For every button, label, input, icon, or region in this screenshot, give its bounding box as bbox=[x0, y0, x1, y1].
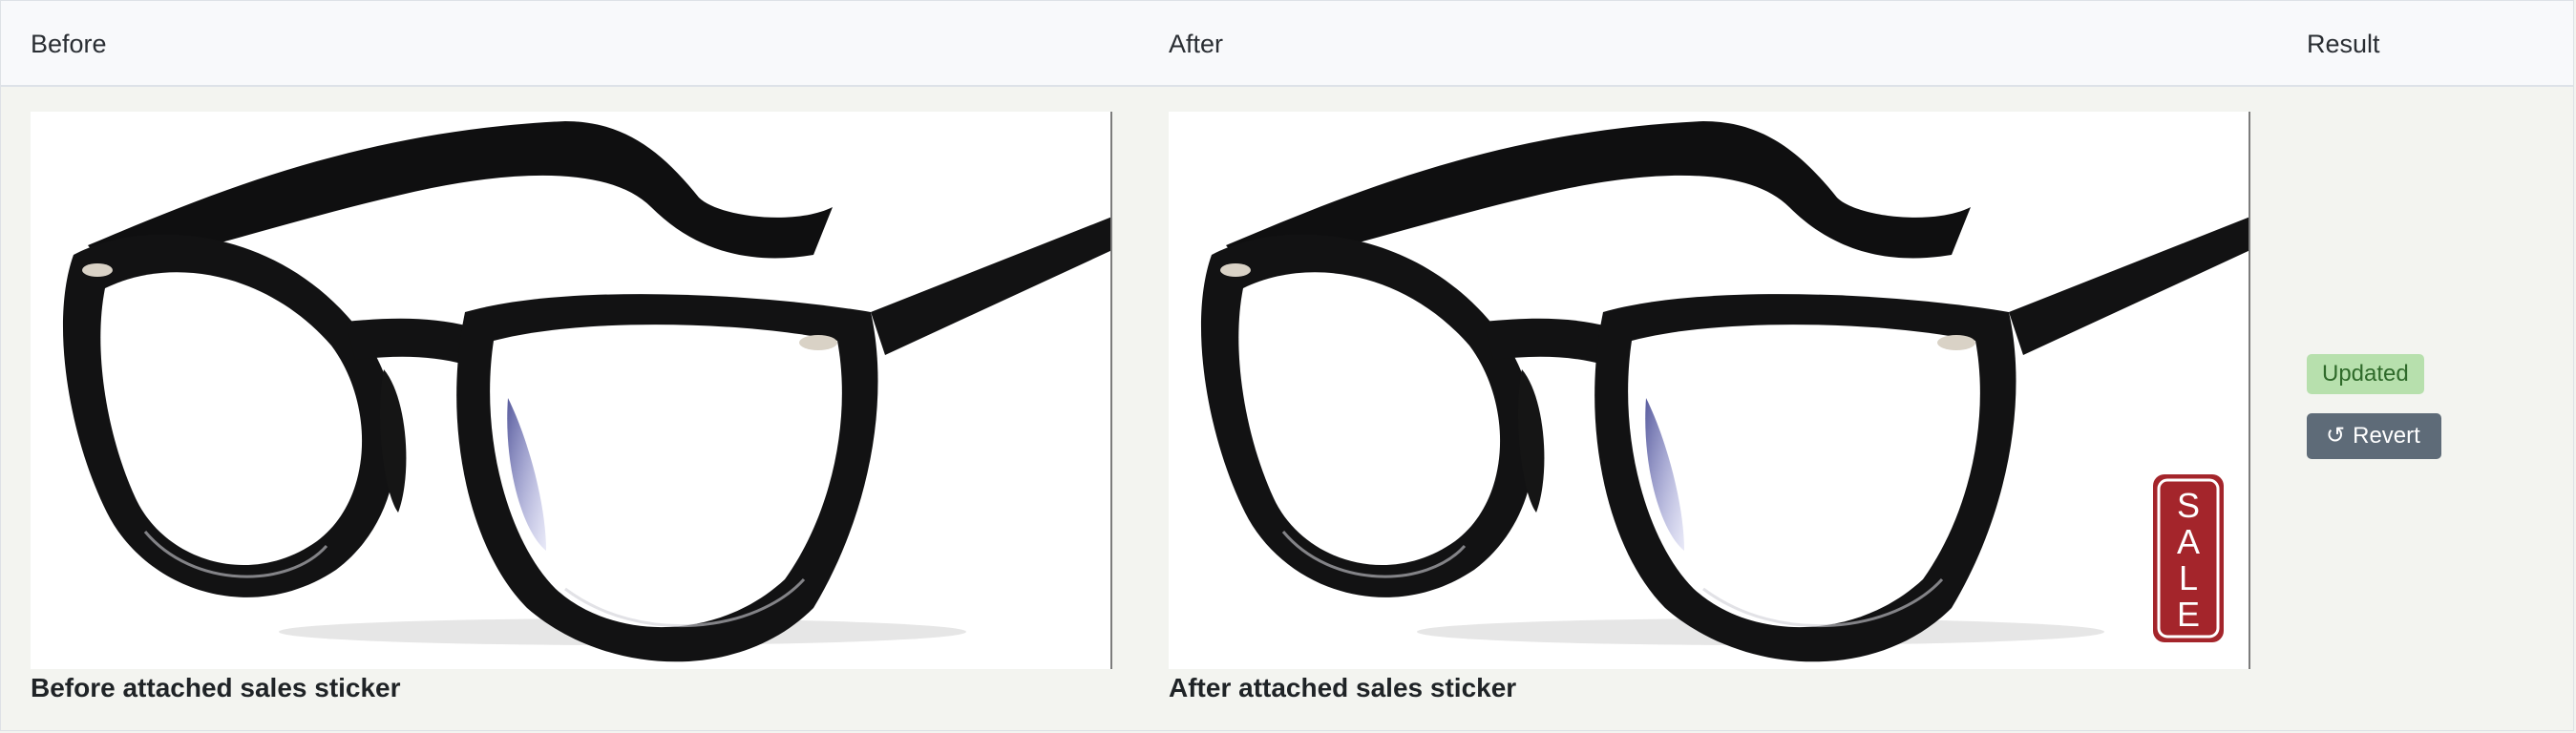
before-image bbox=[31, 112, 1112, 669]
glasses-illustration bbox=[62, 121, 1110, 662]
sticker-letter: E bbox=[2177, 595, 2200, 634]
sticker-letter: S bbox=[2177, 486, 2200, 525]
revert-button-label: Revert bbox=[2353, 423, 2420, 449]
sticker-letter: L bbox=[2179, 558, 2198, 597]
comparison-table: Before After Result S A L E Before attac… bbox=[0, 0, 2574, 731]
header-after: After bbox=[1169, 30, 1224, 58]
before-caption: Before attached sales sticker bbox=[31, 673, 401, 702]
undo-icon: ↺ bbox=[2326, 423, 2346, 449]
after-caption: After attached sales sticker bbox=[1169, 673, 1517, 702]
table-header: Before After Result bbox=[1, 1, 2573, 87]
glasses-illustration: S A L E bbox=[1200, 121, 2249, 662]
after-image: S A L E bbox=[1169, 112, 2250, 669]
sticker-letter: A bbox=[2177, 522, 2200, 561]
status-badge: Updated bbox=[2307, 354, 2424, 394]
sale-sticker: S A L E bbox=[2153, 474, 2224, 642]
header-result: Result bbox=[2307, 30, 2380, 58]
revert-button[interactable]: ↺ Revert bbox=[2307, 413, 2441, 459]
header-before: Before bbox=[31, 30, 107, 58]
